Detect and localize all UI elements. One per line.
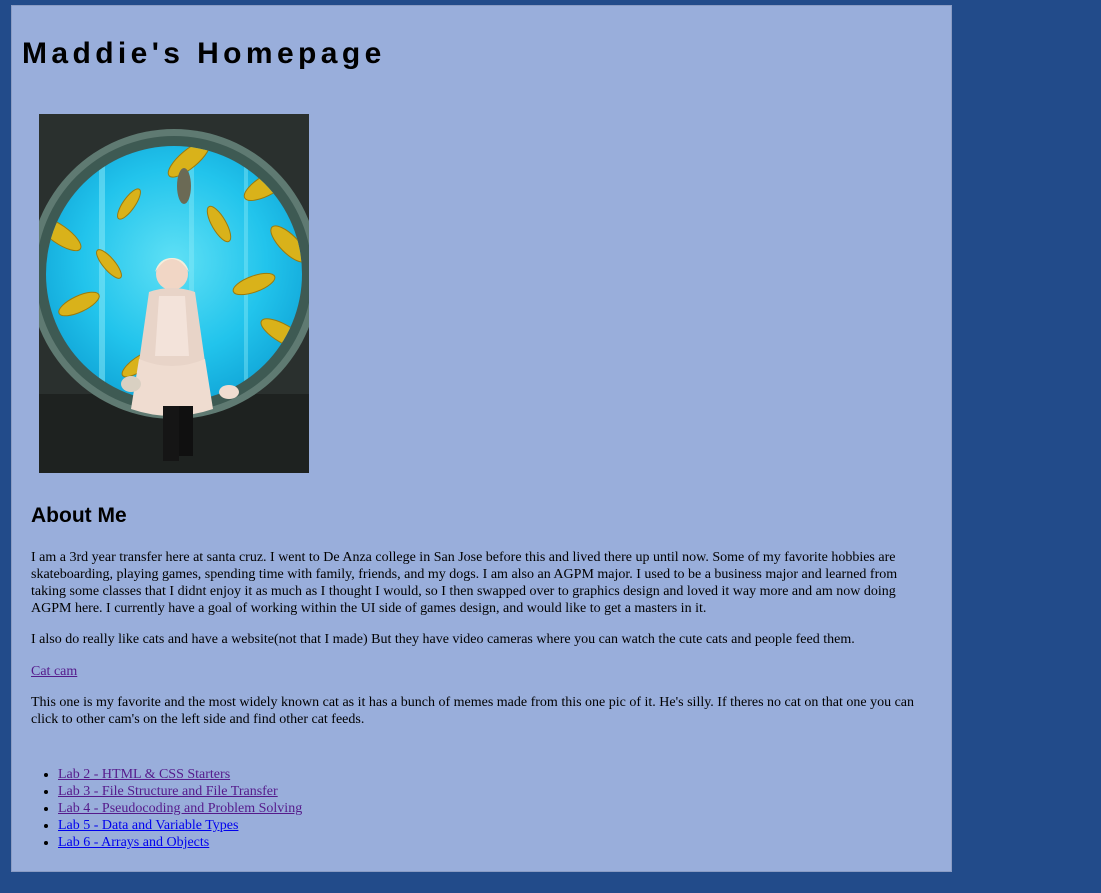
list-item: Lab 5 - Data and Variable Types [58, 817, 302, 834]
list-item: Lab 3 - File Structure and File Transfer [58, 783, 302, 800]
aquarium-photo-illustration [39, 114, 309, 473]
lab-5-link[interactable]: Lab 5 - Data and Variable Types [58, 818, 238, 833]
lab-links-list: Lab 2 - HTML & CSS Starters Lab 3 - File… [31, 766, 302, 851]
about-paragraph: I am a 3rd year transfer here at santa c… [31, 550, 898, 616]
list-item: Lab 6 - Arrays and Objects [58, 834, 302, 851]
lab-3-link[interactable]: Lab 3 - File Structure and File Transfer [58, 784, 278, 799]
about-heading: About Me [31, 504, 127, 527]
lab-6-link[interactable]: Lab 6 - Arrays and Objects [58, 835, 209, 850]
cats-paragraph: I also do really like cats and have a we… [31, 632, 855, 647]
profile-photo [39, 114, 309, 473]
cat-cam-link[interactable]: Cat cam [31, 664, 77, 679]
lab-4-link[interactable]: Lab 4 - Pseudocoding and Problem Solving [58, 801, 302, 816]
list-item: Lab 2 - HTML & CSS Starters [58, 766, 302, 783]
cat-cam-line: Cat cam [31, 663, 931, 680]
page-title: Maddie's Homepage [22, 37, 386, 70]
favorite-cat-paragraph: This one is my favorite and the most wid… [31, 695, 915, 727]
list-item: Lab 4 - Pseudocoding and Problem Solving [58, 800, 302, 817]
page-panel: Maddie's Homepage About Me I am a 3rd ye… [11, 5, 952, 872]
lab-2-link[interactable]: Lab 2 - HTML & CSS Starters [58, 767, 230, 782]
